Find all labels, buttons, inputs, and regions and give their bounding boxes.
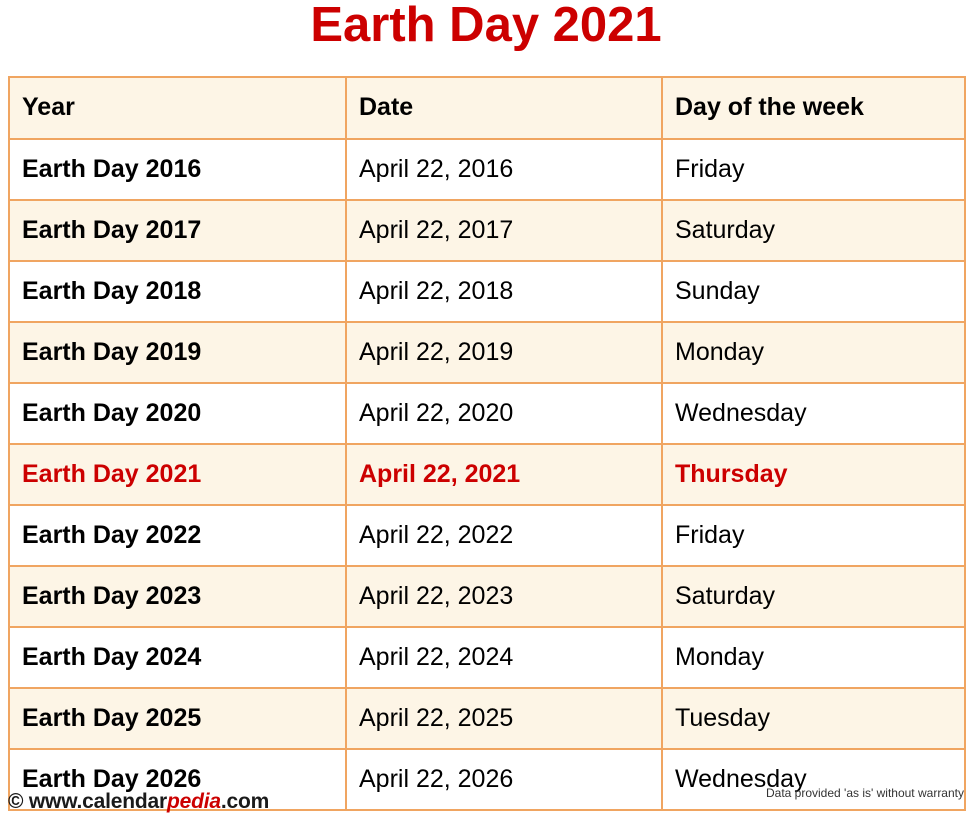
cell-year: Earth Day 2020 [8,382,347,445]
footer: © www.calendarpedia.com Data provided 'a… [0,786,972,816]
table-row: Earth Day 2016 April 22, 2016 Friday [8,138,966,201]
column-header-year: Year [8,76,347,140]
cell-year: Earth Day 2018 [8,260,347,323]
cell-year: Earth Day 2017 [8,199,347,262]
cell-day-of-week: Monday [661,626,966,689]
copyright-icon: © [8,790,24,813]
column-header-date: Date [345,76,663,140]
cell-year: Earth Day 2025 [8,687,347,750]
table-row: Earth Day 2023 April 22, 2023 Saturday [8,565,966,628]
cell-year: Earth Day 2016 [8,138,347,201]
earth-day-table: Year Date Day of the week Earth Day 2016… [8,76,966,811]
cell-date: April 22, 2025 [345,687,663,750]
cell-date: April 22, 2019 [345,321,663,384]
cell-day-of-week: Tuesday [661,687,966,750]
page-title: Earth Day 2021 [310,0,662,52]
cell-year: Earth Day 2024 [8,626,347,689]
table-row: Earth Day 2024 April 22, 2024 Monday [8,626,966,689]
cell-year: Earth Day 2021 [8,443,347,506]
footer-disclaimer: Data provided 'as is' without warranty [765,786,964,800]
site-name-accent: pedia [166,790,221,813]
table-row: Earth Day 2020 April 22, 2020 Wednesday [8,382,966,445]
table-header: Year Date Day of the week [8,76,966,140]
cell-year: Earth Day 2019 [8,321,347,384]
cell-date: April 22, 2021 [345,443,663,506]
cell-date: April 22, 2020 [345,382,663,445]
cell-day-of-week: Thursday [661,443,966,506]
footer-branding: © www.calendarpedia.com [8,790,269,814]
cell-day-of-week: Wednesday [661,382,966,445]
cell-date: April 22, 2022 [345,504,663,567]
cell-day-of-week: Friday [661,138,966,201]
cell-date: April 22, 2024 [345,626,663,689]
table-header-row: Year Date Day of the week [8,76,966,140]
table-body: Earth Day 2016 April 22, 2016 Friday Earth … [8,138,966,811]
table-row: Earth Day 2019 April 22, 2019 Monday [8,321,966,384]
table-row-highlighted: Earth Day 2021 April 22, 2021 Thursday [8,443,966,506]
cell-date: April 22, 2018 [345,260,663,323]
table-row: Earth Day 2017 April 22, 2017 Saturday [8,199,966,262]
table-row: Earth Day 2025 April 22, 2025 Tuesday [8,687,966,750]
cell-date: April 22, 2016 [345,138,663,201]
site-name-suffix: .com [220,790,270,813]
cell-day-of-week: Sunday [661,260,966,323]
cell-date: April 22, 2023 [345,565,663,628]
table-row: Earth Day 2018 April 22, 2018 Sunday [8,260,966,323]
cell-day-of-week: Friday [661,504,966,567]
column-header-day-of-week: Day of the week [661,76,966,140]
cell-day-of-week: Monday [661,321,966,384]
site-name-prefix: www.calendar [28,790,167,813]
table-row: Earth Day 2022 April 22, 2022 Friday [8,504,966,567]
earth-day-table-page: Earth Day 2021 Year Date Day of the week… [0,0,972,816]
cell-year: Earth Day 2023 [8,565,347,628]
cell-year: Earth Day 2022 [8,504,347,567]
cell-date: April 22, 2017 [345,199,663,262]
cell-day-of-week: Saturday [661,199,966,262]
cell-day-of-week: Saturday [661,565,966,628]
